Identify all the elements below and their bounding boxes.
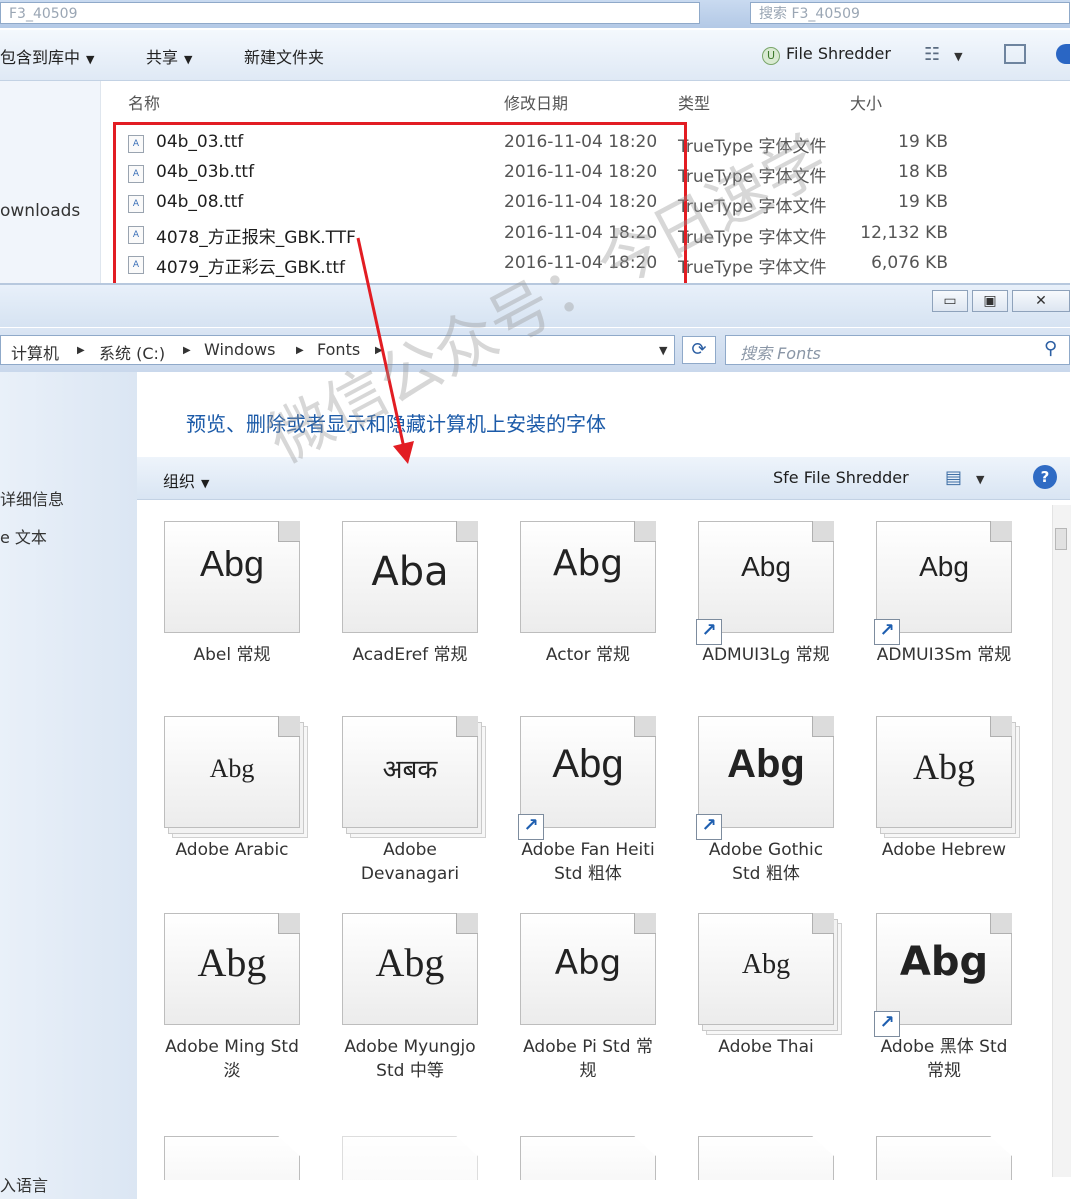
arrow-head — [393, 441, 414, 464]
annotation-arrow — [356, 237, 414, 464]
